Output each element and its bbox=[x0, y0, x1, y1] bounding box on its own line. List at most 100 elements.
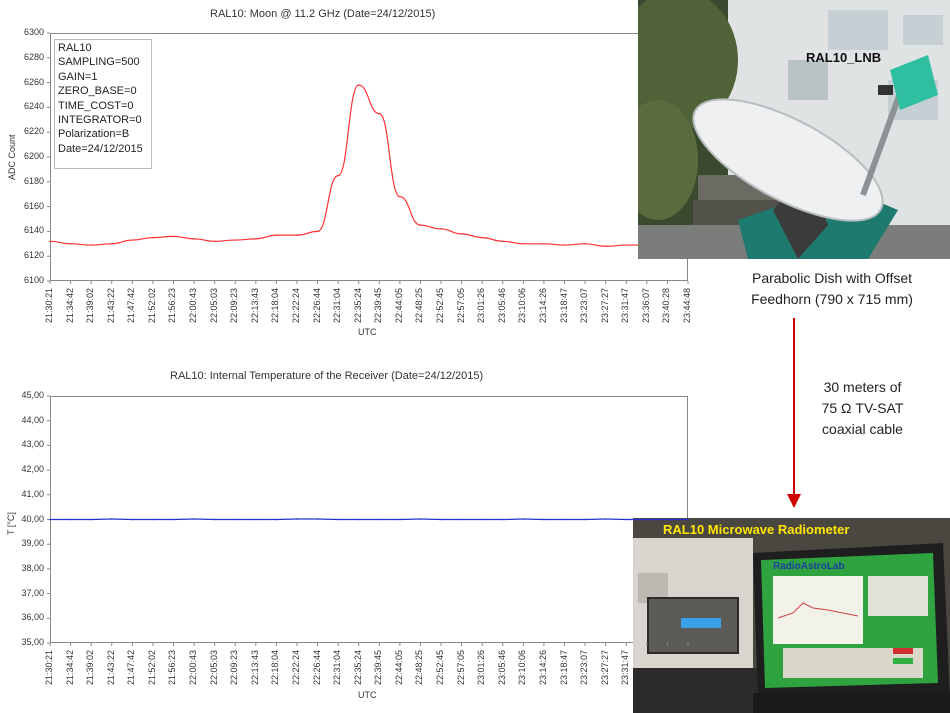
x-tick-label: 22:44:05 bbox=[393, 287, 404, 323]
x-tick-label: 22:35:24 bbox=[352, 649, 363, 685]
x-tick-label: 21:34:42 bbox=[64, 649, 75, 685]
temperature-y-axis-label: T [°C] bbox=[6, 512, 16, 535]
x-tick-label: 21:34:42 bbox=[64, 287, 75, 323]
x-tick-label: 22:26:44 bbox=[311, 649, 322, 685]
x-tick-label: 23:27:27 bbox=[599, 649, 610, 685]
x-tick-label: 21:56:23 bbox=[167, 649, 178, 685]
cable-caption: 30 meters of 75 Ω TV-SAT coaxial cable bbox=[800, 377, 925, 440]
screen-brand-label: RadioAstroLab bbox=[773, 561, 845, 572]
param-line: Date=24/12/2015 bbox=[58, 142, 143, 155]
param-line: RAL10 bbox=[58, 42, 92, 54]
x-tick-label: 23:10:06 bbox=[517, 649, 528, 685]
param-line: SAMPLING=500 bbox=[58, 56, 140, 69]
dish-illustration bbox=[638, 0, 950, 259]
y-tick-label: 36,00 bbox=[21, 612, 44, 623]
x-tick-label: 22:52:45 bbox=[435, 649, 446, 685]
x-tick-label: 22:18:04 bbox=[270, 649, 281, 685]
y-tick-label: 6100 bbox=[23, 275, 44, 285]
x-tick-label: 22:44:05 bbox=[393, 649, 404, 685]
y-tick-label: 39,00 bbox=[21, 538, 44, 549]
x-tick-label: 22:35:24 bbox=[352, 287, 363, 323]
cable-caption-line: coaxial cable bbox=[822, 421, 903, 437]
y-tick-label: 6140 bbox=[23, 225, 44, 236]
y-tick-label: 37,00 bbox=[21, 587, 44, 598]
cable-caption-line: 75 Ω TV-SAT bbox=[821, 400, 904, 416]
x-tick-label: 23:40:28 bbox=[661, 287, 672, 323]
y-tick-label: 6280 bbox=[23, 51, 44, 62]
moon-x-axis-label: UTC bbox=[358, 327, 377, 337]
x-tick-label: 21:30:21 bbox=[44, 649, 54, 685]
x-tick-label: 22:52:45 bbox=[435, 287, 446, 323]
x-tick-label: 22:05:03 bbox=[208, 287, 219, 323]
x-tick-label: 22:31:04 bbox=[332, 649, 343, 685]
x-tick-label: 22:39:45 bbox=[373, 287, 384, 323]
x-tick-label: 23:18:47 bbox=[558, 287, 569, 323]
param-line: INTEGRATOR=0 bbox=[58, 114, 142, 127]
x-tick-label: 21:52:02 bbox=[146, 287, 157, 323]
acquisition-parameters-box: RAL10 SAMPLING=500 GAIN=1 ZERO_BASE=0 TI… bbox=[54, 39, 152, 169]
x-tick-label: 22:57:05 bbox=[455, 649, 466, 685]
x-tick-label: 22:00:43 bbox=[188, 287, 199, 323]
x-tick-label: 23:05:46 bbox=[496, 287, 507, 323]
cable-caption-line: 30 meters of bbox=[823, 379, 902, 395]
temperature-plot-area bbox=[50, 396, 688, 643]
x-tick-label: 23:01:26 bbox=[476, 649, 487, 685]
x-tick-label: 23:18:47 bbox=[558, 649, 569, 685]
param-line: Polarization=B bbox=[58, 128, 130, 141]
x-tick-label: 22:22:24 bbox=[290, 287, 301, 323]
x-tick-label: 21:39:02 bbox=[85, 287, 96, 323]
y-tick-label: 6260 bbox=[23, 76, 44, 87]
dish-caption-line: Feedhorn (790 x 715 mm) bbox=[751, 291, 913, 307]
x-tick-label: 22:22:24 bbox=[290, 649, 301, 685]
x-tick-label: 23:23:07 bbox=[579, 649, 590, 685]
x-tick-label: 21:47:42 bbox=[126, 287, 137, 323]
x-tick-label: 23:05:46 bbox=[496, 649, 507, 685]
x-tick-label: 23:44:48 bbox=[682, 287, 692, 323]
x-tick-label: 22:39:45 bbox=[373, 649, 384, 685]
y-tick-label: 6160 bbox=[23, 200, 44, 211]
y-tick-label: 45,00 bbox=[21, 390, 44, 400]
x-tick-label: 22:26:44 bbox=[311, 287, 322, 323]
x-tick-label: 22:31:04 bbox=[332, 287, 343, 323]
x-tick-label: 22:18:04 bbox=[270, 287, 281, 323]
x-tick-label: 23:36:07 bbox=[640, 287, 651, 323]
param-line: ZERO_BASE=0 bbox=[58, 85, 137, 98]
y-tick-label: 42,00 bbox=[21, 464, 44, 475]
x-tick-label: 23:10:06 bbox=[517, 287, 528, 323]
x-tick-label: 22:48:25 bbox=[414, 287, 425, 323]
x-tick-label: 22:09:23 bbox=[229, 287, 240, 323]
x-tick-label: 21:39:02 bbox=[85, 649, 96, 685]
x-tick-label: 21:52:02 bbox=[146, 649, 157, 685]
x-tick-label: 23:01:26 bbox=[476, 287, 487, 323]
x-tick-label: 22:13:43 bbox=[249, 649, 260, 685]
param-line: GAIN=1 bbox=[58, 70, 98, 83]
y-tick-label: 44,00 bbox=[21, 414, 44, 425]
moon-chart-title: RAL10: Moon @ 11.2 GHz (Date=24/12/2015) bbox=[210, 8, 436, 20]
y-tick-label: 6300 bbox=[23, 27, 44, 37]
x-tick-label: 23:14:26 bbox=[537, 649, 548, 685]
parabolic-dish-photo: RAL10_LNB bbox=[638, 0, 950, 259]
dish-caption: Parabolic Dish with Offset Feedhorn (790… bbox=[722, 268, 942, 310]
x-tick-label: 22:00:43 bbox=[188, 649, 199, 685]
x-tick-label: 21:43:22 bbox=[105, 649, 116, 685]
moon-y-axis-label: ADC Count bbox=[7, 134, 17, 180]
radiometer-illustration bbox=[633, 518, 950, 713]
y-tick-label: 35,00 bbox=[21, 637, 44, 647]
x-tick-label: 21:43:22 bbox=[105, 287, 116, 323]
y-tick-label: 40,00 bbox=[21, 513, 44, 524]
y-tick-label: 43,00 bbox=[21, 439, 44, 450]
dish-caption-line: Parabolic Dish with Offset bbox=[751, 270, 913, 286]
x-tick-label: 23:23:07 bbox=[579, 287, 590, 323]
x-tick-label: 22:57:05 bbox=[455, 287, 466, 323]
x-tick-label: 22:13:43 bbox=[249, 287, 260, 323]
x-tick-label: 23:31:47 bbox=[620, 287, 631, 323]
x-tick-label: 21:56:23 bbox=[167, 287, 178, 323]
x-tick-label: 22:05:03 bbox=[208, 649, 219, 685]
x-tick-label: 22:09:23 bbox=[229, 649, 240, 685]
x-tick-label: 22:48:25 bbox=[414, 649, 425, 685]
x-tick-label: 23:27:27 bbox=[599, 287, 610, 323]
lnb-label: RAL10_LNB bbox=[806, 50, 882, 65]
x-tick-label: 21:30:21 bbox=[44, 287, 54, 323]
y-tick-label: 41,00 bbox=[21, 488, 44, 499]
y-tick-label: 6120 bbox=[23, 250, 44, 261]
